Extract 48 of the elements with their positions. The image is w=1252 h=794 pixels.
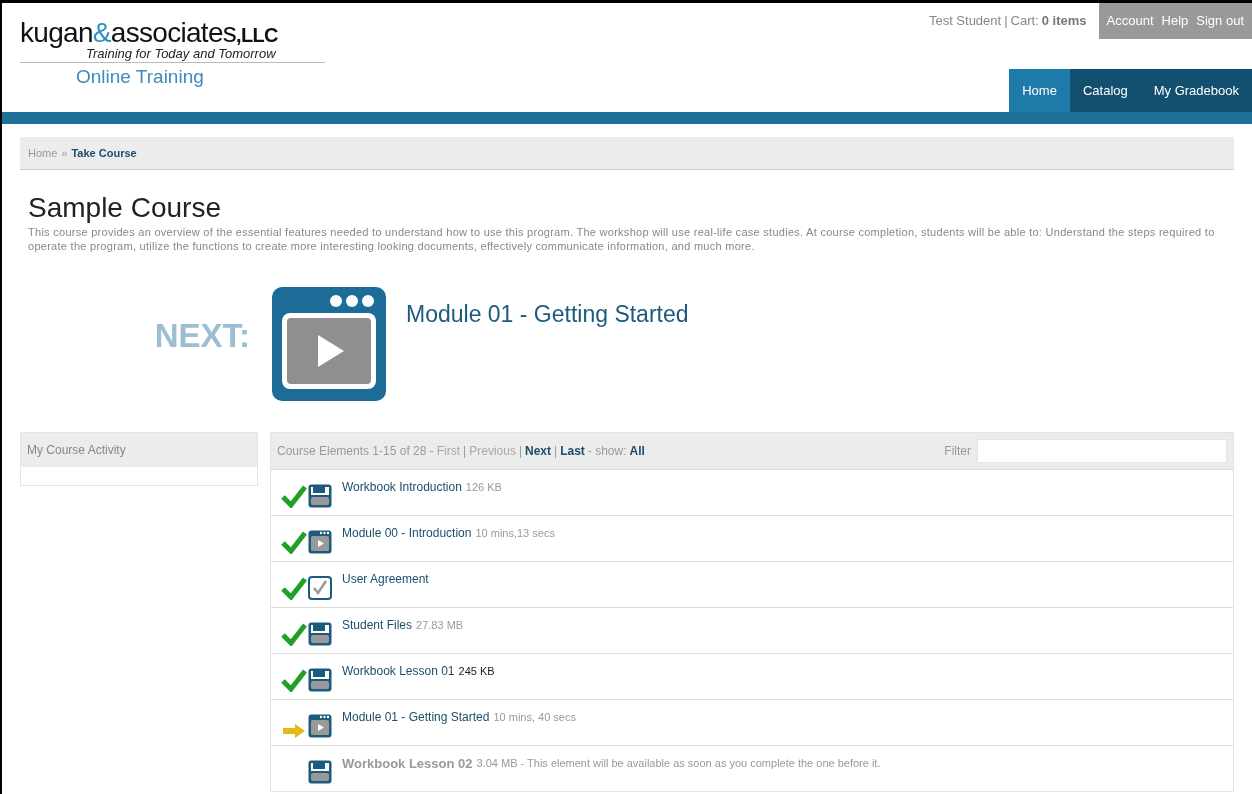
document-icon bbox=[308, 622, 332, 646]
show-all-link[interactable]: All bbox=[629, 442, 645, 460]
nav-tab[interactable]: My Gradebook bbox=[1140, 69, 1252, 112]
cart-label: Cart: bbox=[1010, 12, 1039, 31]
video-icon[interactable] bbox=[272, 287, 386, 401]
course-description: This course provides an overview of the essential features needed to understand how to use this program. The workshop will use real-life case studies. At course completion, students will be able to: Understand the steps required to operate the program, utilize the functions to create more interesting looking documents, effectively communicate information, and much more. bbox=[28, 225, 1216, 253]
video-icon bbox=[308, 530, 332, 554]
element-meta: 126 KB bbox=[465, 480, 502, 495]
filter-field[interactable] bbox=[977, 439, 1227, 463]
separator: | bbox=[463, 443, 467, 460]
element-link[interactable]: Workbook Introduction bbox=[342, 478, 462, 496]
pager-link[interactable]: Next bbox=[525, 442, 552, 460]
nav-tab[interactable]: Home bbox=[1009, 69, 1070, 112]
element-meta: 3.04 MB - This element will be available as soon as you complete the one before it. bbox=[476, 756, 881, 771]
breadcrumb-link[interactable]: Take Course bbox=[71, 144, 137, 162]
element-link[interactable]: User Agreement bbox=[342, 570, 429, 588]
pager-link[interactable]: Last bbox=[560, 442, 585, 460]
document-icon bbox=[308, 760, 332, 784]
filter-label: Filter bbox=[944, 443, 971, 460]
element-link[interactable]: Module 00 - Introduction bbox=[342, 524, 472, 542]
document-icon bbox=[308, 668, 332, 692]
next-label: NEXT: bbox=[153, 316, 251, 356]
tagline: Training for Today and Tomorrow bbox=[86, 47, 276, 60]
separator: | bbox=[1004, 12, 1008, 31]
course-title: Sample Course bbox=[28, 194, 221, 222]
separator: | bbox=[554, 443, 558, 460]
user-name: Test Student bbox=[928, 12, 1002, 31]
show-label: - show: bbox=[587, 443, 627, 460]
element-link[interactable]: Workbook Lesson 01 bbox=[342, 662, 455, 680]
element-link[interactable]: Student Files bbox=[342, 616, 413, 634]
document-icon bbox=[308, 484, 332, 508]
breadcrumb-separator: » bbox=[61, 145, 68, 161]
elements-summary: Course Elements 1-15 of 28 - bbox=[277, 443, 434, 460]
next-module-link[interactable]: Module 01 - Getting Started bbox=[406, 297, 689, 332]
company-logo[interactable]: kugan&associates,LLC bbox=[20, 19, 332, 47]
element-meta: 245 KB bbox=[458, 664, 495, 679]
element-link[interactable]: Module 01 - Getting Started bbox=[342, 708, 490, 726]
element-title: Workbook Lesson 02 bbox=[342, 755, 473, 773]
element-meta: 10 mins,13 secs bbox=[475, 526, 555, 541]
video-icon bbox=[308, 714, 332, 738]
cart-count[interactable]: 0 items bbox=[1041, 11, 1087, 31]
element-meta: 27.83 MB bbox=[416, 618, 464, 633]
separator: | bbox=[518, 443, 522, 460]
site-subtitle: Online Training bbox=[76, 65, 204, 89]
nav-tab[interactable]: Catalog bbox=[1069, 69, 1141, 112]
element-meta: 10 mins, 40 secs bbox=[493, 710, 576, 725]
panel-title: My Course Activity bbox=[27, 442, 126, 459]
checkbox-icon bbox=[308, 576, 332, 600]
